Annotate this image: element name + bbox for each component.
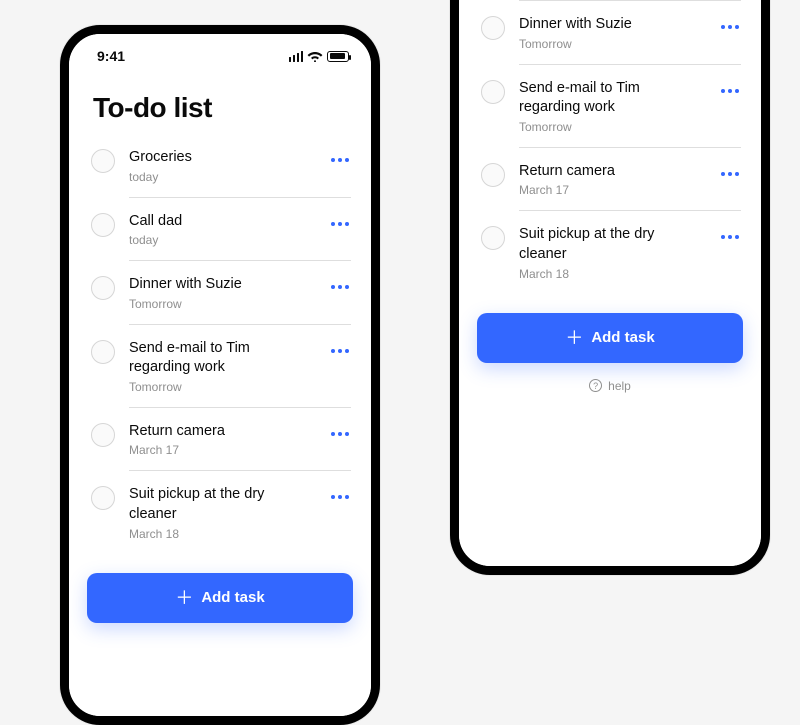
- task-title: Dinner with Suzie: [519, 15, 705, 35]
- task-row[interactable]: Suit pickup at the dry cleaner March 18: [459, 211, 761, 294]
- task-due: March 18: [519, 267, 705, 281]
- task-checkbox[interactable]: [91, 149, 115, 173]
- help-icon: ?: [589, 379, 602, 392]
- screen: Groceries today Call dad today Dinner wi…: [459, 0, 761, 566]
- task-checkbox[interactable]: [91, 213, 115, 237]
- task-checkbox[interactable]: [481, 226, 505, 250]
- more-icon[interactable]: [329, 489, 351, 505]
- plus-icon: ＋: [175, 589, 193, 607]
- add-task-button[interactable]: ＋ Add task: [477, 313, 743, 363]
- task-row[interactable]: Return camera March 17: [69, 408, 371, 472]
- add-task-button[interactable]: ＋ Add task: [87, 573, 353, 623]
- task-list: Groceries today Call dad today Dinner wi…: [69, 134, 371, 555]
- help-label: help: [608, 379, 631, 393]
- task-due: March 18: [129, 527, 315, 541]
- status-time: 9:41: [97, 48, 125, 64]
- task-title: Call dad: [129, 212, 315, 232]
- status-bar: 9:41: [69, 34, 371, 70]
- task-due: Tomorrow: [519, 37, 705, 51]
- task-due: Tomorrow: [129, 297, 315, 311]
- phone-frame-bottom: Groceries today Call dad today Dinner wi…: [450, 0, 770, 575]
- task-due: March 17: [519, 183, 705, 197]
- task-title: Return camera: [129, 422, 315, 442]
- task-title: Send e-mail to Tim regarding work: [519, 79, 705, 118]
- task-due: today: [129, 170, 315, 184]
- task-due: March 17: [129, 443, 315, 457]
- task-checkbox[interactable]: [481, 163, 505, 187]
- task-checkbox[interactable]: [481, 80, 505, 104]
- phone-frame-top: 9:41 To-do list Groceries today: [60, 25, 380, 725]
- plus-icon: ＋: [565, 329, 583, 347]
- battery-icon: [327, 51, 349, 62]
- task-title: Suit pickup at the dry cleaner: [519, 225, 705, 264]
- more-icon[interactable]: [719, 166, 741, 182]
- task-due: today: [129, 233, 315, 247]
- task-row[interactable]: Return camera March 17: [459, 148, 761, 212]
- cellular-icon: [289, 51, 304, 62]
- help-link[interactable]: ? help: [459, 363, 761, 415]
- task-title: Send e-mail to Tim regarding work: [129, 339, 315, 378]
- add-task-label: Add task: [201, 589, 264, 606]
- more-icon[interactable]: [329, 426, 351, 442]
- task-row[interactable]: Send e-mail to Tim regarding work Tomorr…: [69, 325, 371, 408]
- more-icon[interactable]: [329, 216, 351, 232]
- screen: 9:41 To-do list Groceries today: [69, 34, 371, 716]
- more-icon[interactable]: [719, 83, 741, 99]
- task-row[interactable]: Dinner with Suzie Tomorrow: [69, 261, 371, 325]
- task-title: Return camera: [519, 162, 705, 182]
- more-icon[interactable]: [329, 343, 351, 359]
- task-checkbox[interactable]: [481, 16, 505, 40]
- task-due: Tomorrow: [129, 380, 315, 394]
- task-row[interactable]: Groceries today: [69, 134, 371, 198]
- task-row[interactable]: Send e-mail to Tim regarding work Tomorr…: [459, 65, 761, 148]
- task-list: Groceries today Call dad today Dinner wi…: [459, 0, 761, 295]
- status-icons: [289, 50, 350, 62]
- task-checkbox[interactable]: [91, 423, 115, 447]
- task-title: Suit pickup at the dry cleaner: [129, 485, 315, 524]
- page-title: To-do list: [69, 70, 371, 134]
- more-icon[interactable]: [719, 229, 741, 245]
- more-icon[interactable]: [719, 19, 741, 35]
- task-row[interactable]: Dinner with Suzie Tomorrow: [459, 1, 761, 65]
- add-task-label: Add task: [591, 329, 654, 346]
- task-checkbox[interactable]: [91, 340, 115, 364]
- task-title: Groceries: [129, 148, 315, 168]
- task-checkbox[interactable]: [91, 486, 115, 510]
- task-title: Dinner with Suzie: [129, 275, 315, 295]
- task-checkbox[interactable]: [91, 276, 115, 300]
- task-row[interactable]: Call dad today: [69, 198, 371, 262]
- more-icon[interactable]: [329, 279, 351, 295]
- task-row[interactable]: Suit pickup at the dry cleaner March 18: [69, 471, 371, 554]
- wifi-icon: [307, 50, 323, 62]
- task-due: Tomorrow: [519, 120, 705, 134]
- more-icon[interactable]: [329, 152, 351, 168]
